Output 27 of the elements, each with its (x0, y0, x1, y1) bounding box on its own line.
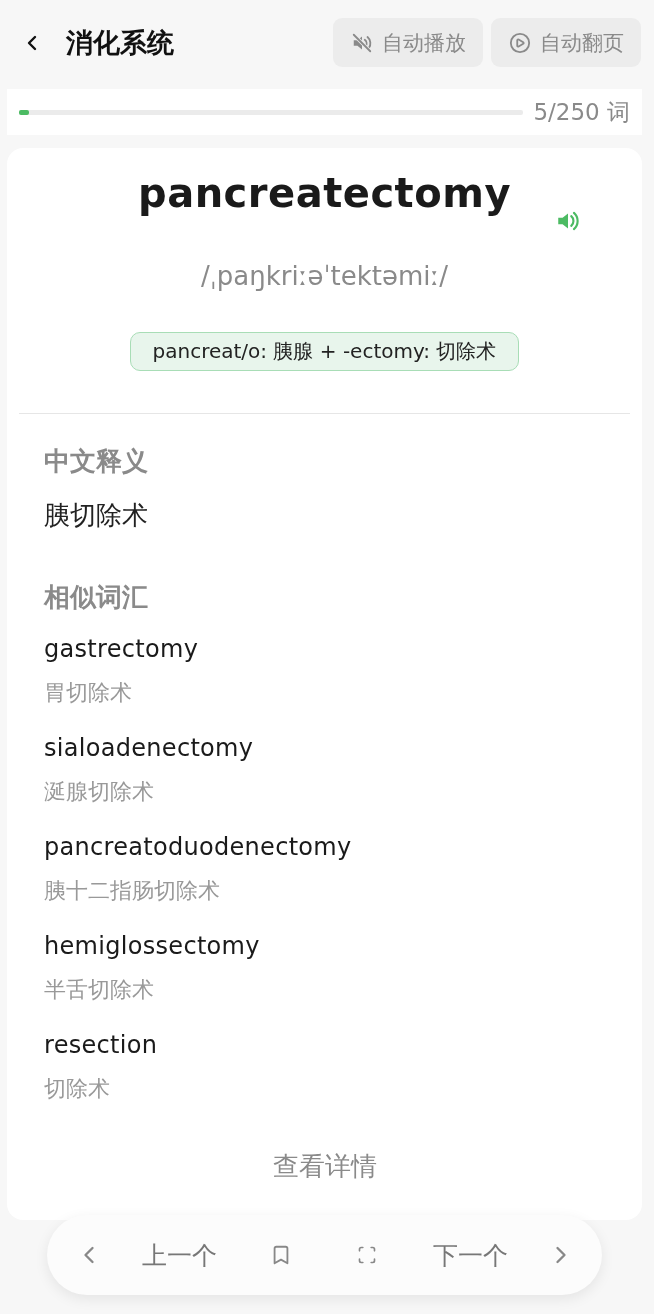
similar-meaning: 半舌切除术 (44, 976, 154, 1004)
section-heading: 相似词汇 (44, 581, 148, 613)
next-button[interactable]: 下一个 (432, 1238, 508, 1272)
similar-word: sialoadenectomy (44, 733, 254, 763)
previous-button[interactable]: 上一个 (141, 1238, 217, 1272)
page-title: 消化系统 (66, 25, 174, 60)
play-circle-icon (508, 31, 531, 54)
mute-icon (350, 31, 373, 54)
auto-toggle-button[interactable]: 自动播放 (333, 18, 483, 67)
progress-count: 5/250 词 (533, 97, 630, 127)
similar-meaning: 胰十二指肠切除术 (44, 877, 220, 905)
auto-toggle-button[interactable]: 自动翻页 (491, 18, 641, 67)
similar-word: pancreatoduodenectomy (44, 832, 352, 862)
phonetic-text: /ˌpaŋkriːəˈtektəmiː/ (200, 260, 449, 292)
similar-word: gastrectomy (44, 634, 199, 664)
similar-meaning: 涎腺切除术 (44, 778, 154, 806)
etymology-tag: pancreat/o: 胰腺 + -ectomy: 切除术 (129, 332, 520, 371)
similar-word: resection (44, 1030, 158, 1060)
word-term: pancreatectomy (138, 169, 511, 218)
section-heading: 中文释义 (44, 445, 148, 477)
fullscreen-icon (357, 1245, 377, 1265)
fullscreen-button[interactable] (357, 1245, 377, 1265)
details-link[interactable]: 查看详情 (272, 1150, 377, 1182)
similar-word: hemiglossectomy (44, 931, 260, 961)
similar-meaning: 切除术 (44, 1075, 110, 1103)
similar-meaning: 胃切除术 (44, 679, 132, 707)
meaning-text: 胰切除术 (44, 499, 148, 531)
